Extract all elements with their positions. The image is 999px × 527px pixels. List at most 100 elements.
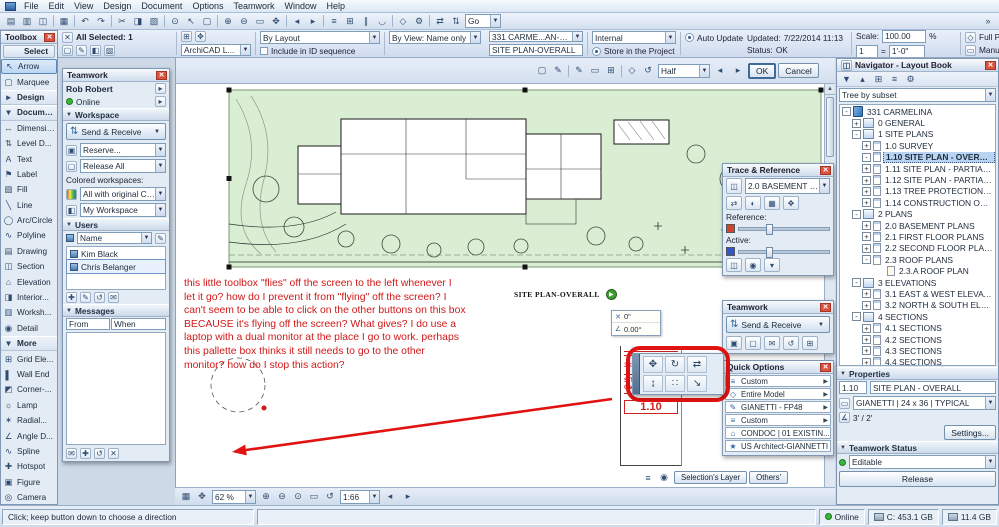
mail-user-icon[interactable]: ✉ [108,292,119,303]
toolbox-item[interactable]: ▾ More [1,336,57,352]
separator[interactable] [621,64,622,77]
by-layout-dropdown[interactable]: By Layout ▼ [260,31,380,44]
drawing-id-dropdown[interactable]: 331 CARME...AN-OVERALL▼ [489,31,583,42]
close-selection-icon[interactable]: ✕ [62,31,73,43]
layout-id-field[interactable]: 1.10 [839,381,867,394]
inject-parameters-icon[interactable]: ▨ [104,44,115,56]
editable-dropdown[interactable]: Editable ▼ [849,455,996,469]
color-mode-dropdown[interactable]: All with original Color ▼ [80,187,166,201]
rotate-icon[interactable]: ↻ [665,356,685,373]
toolbox-item[interactable]: A Text [1,151,57,166]
quick-option-row[interactable]: ≡ Custom ▶ [725,414,831,426]
drawing-name-input[interactable] [489,44,583,56]
tree-item[interactable]: + 4.4 SECTIONS [840,357,995,365]
linked-marker-icon[interactable]: ▶ [605,289,617,300]
cut-icon[interactable]: ✂ [114,14,130,28]
snap-icon[interactable]: ◡ [374,14,390,28]
close-icon[interactable]: ✕ [44,32,55,42]
refresh-messages-icon[interactable]: ↺ [94,448,105,459]
pan-icon[interactable]: ✥ [268,14,284,28]
zoom-area-icon[interactable]: ⊙ [290,490,306,504]
auto-update-radio[interactable] [685,33,694,42]
message-icon[interactable]: ✉ [764,336,780,350]
quick-option-row[interactable]: ◇ Entire Model ▶ [725,388,831,400]
master-layout-dropdown[interactable]: GIANETTI | 24 x 36 | TYPICAL ▼ [853,396,996,410]
others-layer-button[interactable]: Others' [749,471,789,484]
reference-color-swatch[interactable] [726,224,735,233]
reserve-icon[interactable]: ▣ [726,336,742,350]
toolbox-item[interactable]: ◎ Camera [1,490,57,505]
close-icon[interactable]: ✕ [985,60,996,70]
release-icon[interactable]: ▢ [745,336,761,350]
separator[interactable] [392,15,393,27]
reference-intensity-slider[interactable] [738,223,830,235]
users-sort-dropdown[interactable]: Name ▼ [77,232,152,244]
tree-twisty[interactable]: + [862,198,871,208]
tree-item[interactable]: - 2 PLANS [840,209,995,220]
open-icon[interactable]: ▥ [19,14,35,28]
menu-item[interactable]: Edit [44,1,70,11]
eye-icon[interactable]: ◉ [656,471,672,485]
prev-icon[interactable]: ◂ [712,64,728,78]
toolbar-overflow-icon[interactable]: » [980,14,996,28]
quick-option-row[interactable]: ⌂ CONDOC | 01 EXISTIN... ▶ [725,427,831,439]
tree-item[interactable]: + 1.14 CONSTRUCTION OPERATIO [840,197,995,208]
pen-icon[interactable]: ✎ [571,64,587,78]
new-message-icon[interactable]: ✉ [66,448,77,459]
teamwork-status-header[interactable]: ▼ Teamwork Status [837,441,998,454]
tree-item[interactable]: + 1.13 TREE PROTECTION PLAN [840,186,995,197]
marquee-toggle-icon[interactable]: ▢ [534,64,550,78]
tree-item[interactable]: + 3.2 NORTH & SOUTH ELEVATION [840,300,995,311]
tree-twisty[interactable]: + [862,186,871,196]
scale-denominator-input[interactable] [888,44,925,57]
zoom-level-dropdown[interactable]: 62 % ▼ [212,489,256,504]
toolbox-item[interactable]: ▣ Figure [1,475,57,490]
print-icon[interactable]: ▦ [56,14,72,28]
edit-user-icon[interactable]: ✎ [80,292,91,303]
tree-item[interactable]: 2.3.A ROOF PLAN [840,265,995,277]
quick-options-titlebar[interactable]: Quick Options ✕ [723,361,833,374]
tree-twisty[interactable]: + [862,289,871,299]
grid-snap-icon[interactable]: ⊞ [603,64,619,78]
deselect-icon[interactable]: ▢ [62,44,73,56]
pickup-parameters-icon[interactable]: ◧ [90,44,101,56]
toolbox-item[interactable]: ↖ Arrow [1,59,57,75]
tree-twisty[interactable]: + [862,323,871,333]
menu-item[interactable]: Design [98,1,136,11]
reply-message-icon[interactable]: ✚ [80,448,91,459]
tree-twisty[interactable]: + [862,232,871,242]
toolbox-item[interactable]: ∠ Angle D... [1,428,57,443]
layout-name-field[interactable]: SITE PLAN - OVERALL [870,381,996,394]
close-icon[interactable]: ✕ [820,165,831,175]
toolbox-item[interactable]: ▥ Worksh... [1,305,57,320]
teamwork-mini-titlebar[interactable]: Teamwork ✕ [723,301,833,314]
separator[interactable] [53,15,54,27]
ghost-icon[interactable]: ◐ [745,196,761,210]
fit-view-icon[interactable]: ▭ [252,14,268,28]
redo-icon[interactable]: ↷ [93,14,109,28]
half-size-dropdown[interactable]: Half ▼ [658,63,710,78]
go-dropdown[interactable]: Go ▼ [465,14,501,28]
tree-item[interactable]: + 1.11 SITE PLAN - PARTIAL EAST [840,163,995,174]
teamwork-project-icon[interactable]: ⊞ [802,336,818,350]
tree-twisty[interactable]: + [862,346,871,356]
prev-view-icon[interactable]: ◂ [289,14,305,28]
storage-dropdown[interactable]: Internal ▼ [592,31,676,44]
tree-item[interactable]: + 4.2 SECTIONS [840,334,995,345]
settings-button[interactable]: Settings... [944,425,996,440]
menu-item[interactable]: View [69,1,98,11]
toolbox-item[interactable]: ⇅ Level D... [1,136,57,151]
toolbox-item[interactable]: ▤ Drawing [1,244,57,259]
zoom-in-icon[interactable]: ⊕ [258,490,274,504]
zoom-out-icon[interactable]: ⊖ [236,14,252,28]
tree-item[interactable]: - 2.3 ROOF PLANS [840,254,995,265]
tree-twisty[interactable]: - [842,107,851,117]
eraser-icon[interactable]: ▭ [587,64,603,78]
list-view-icon[interactable]: ≡ [887,72,902,86]
store-in-project-radio[interactable] [592,46,601,56]
filter-users-icon[interactable]: ✎ [155,232,166,244]
move-small-icon[interactable]: ✥ [195,31,206,42]
messages-when-header[interactable]: When [111,318,166,330]
trace-titlebar[interactable]: Trace & Reference ✕ [723,164,833,177]
tree-twisty[interactable]: + [862,164,871,174]
